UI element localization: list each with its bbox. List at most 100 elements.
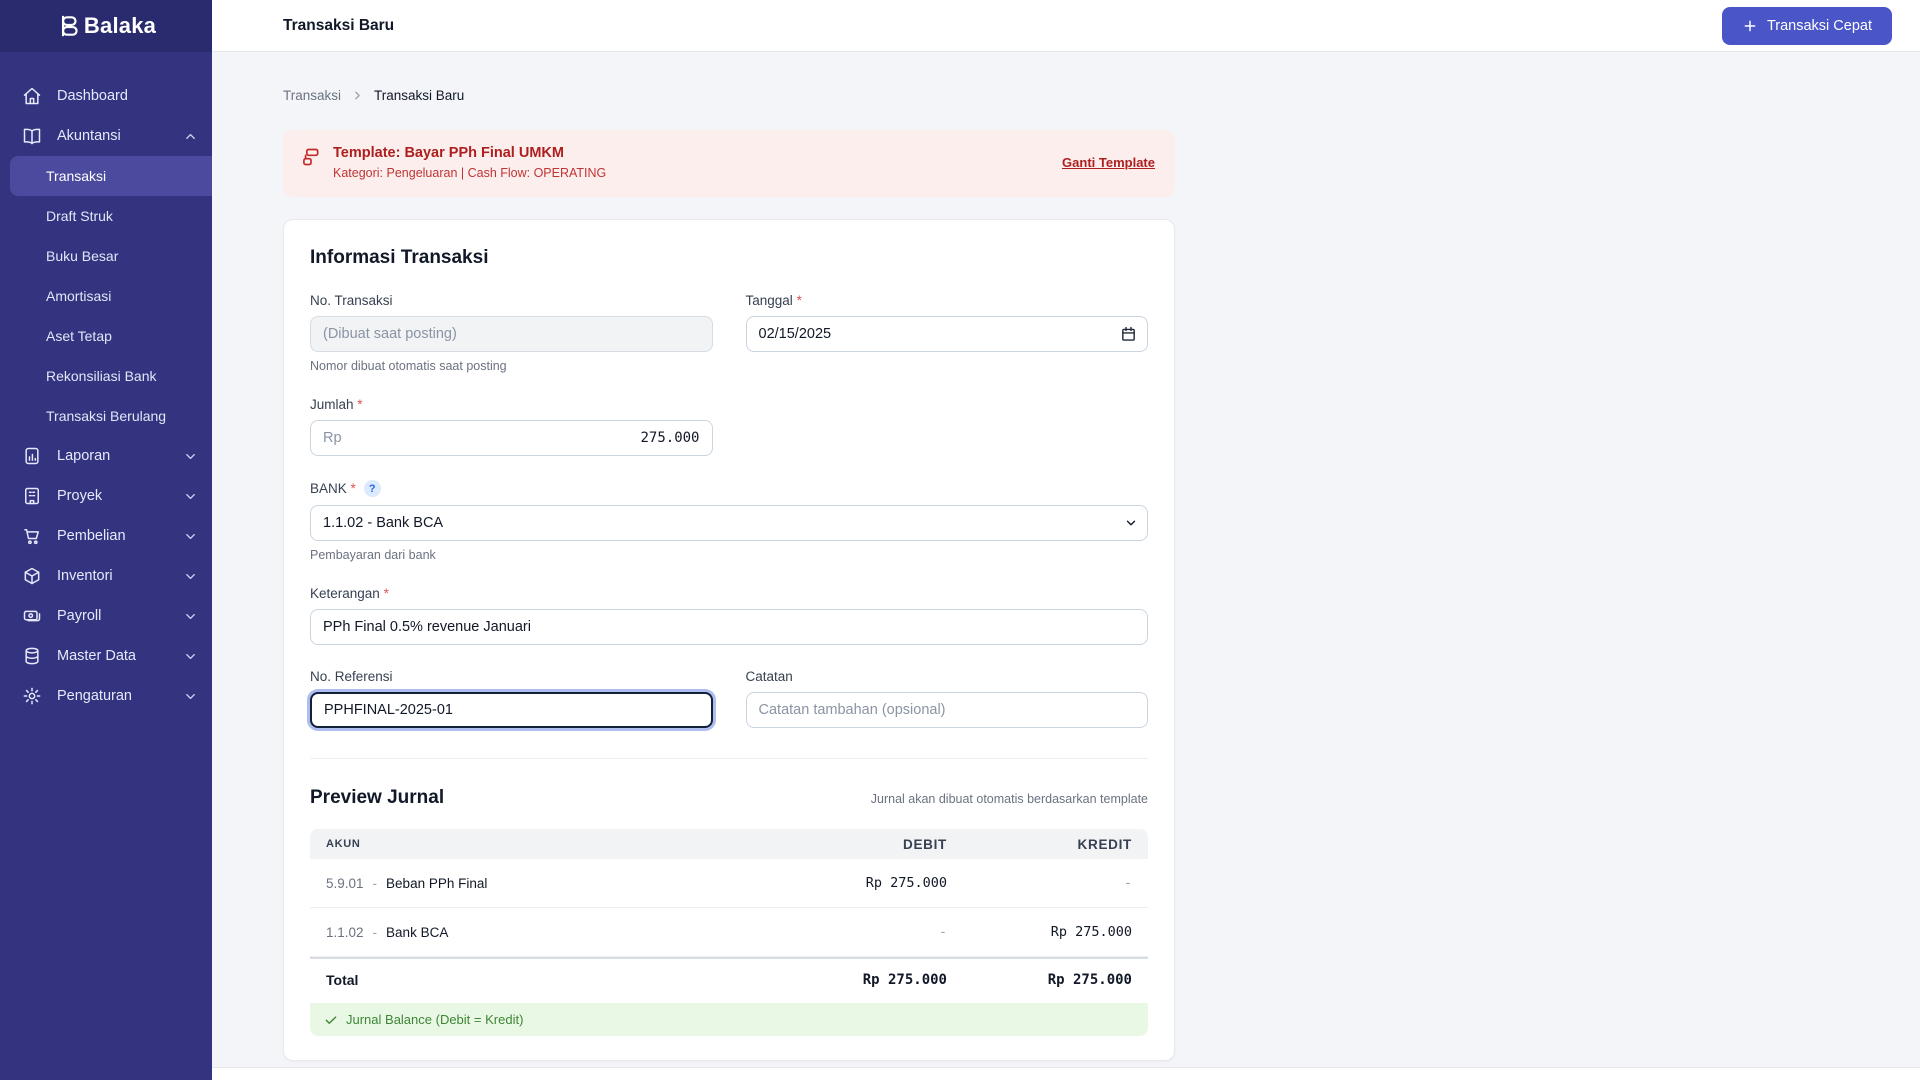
- sidebar-nav: Dashboard Akuntansi Transaksi Draft Stru…: [0, 52, 212, 1080]
- required-mark: *: [357, 397, 362, 412]
- tanggal-label: Tanggal *: [746, 293, 1149, 308]
- shopping-cart-icon: [22, 526, 42, 546]
- sidebar-item-label: Dashboard: [57, 88, 198, 104]
- template-banner-subtitle: Kategori: Pengeluaran | Cash Flow: OPERA…: [333, 166, 606, 180]
- preview-jurnal-section: Preview Jurnal Jurnal akan dibuat otomat…: [310, 758, 1148, 1036]
- keterangan-label-text: Keterangan: [310, 586, 380, 601]
- chevron-down-icon: [183, 649, 198, 664]
- debit-amount: -: [778, 924, 963, 940]
- template-icon: [301, 147, 321, 167]
- account-separator: -: [373, 876, 378, 891]
- gear-icon: [22, 686, 42, 706]
- app-root: Balaka Dashboard Akuntansi: [0, 0, 1920, 1080]
- sidebar: Balaka Dashboard Akuntansi: [0, 0, 212, 1080]
- sidebar-item-proyek[interactable]: Proyek: [0, 476, 212, 516]
- chevron-down-icon: [183, 529, 198, 544]
- required-mark: *: [384, 586, 389, 601]
- preview-note: Jurnal akan dibuat otomatis berdasarkan …: [871, 792, 1148, 806]
- sidebar-item-dashboard[interactable]: Dashboard: [0, 76, 212, 116]
- debit-amount: Rp 275.000: [778, 875, 963, 891]
- sidebar-item-transaksi-berulang[interactable]: Transaksi Berulang: [0, 396, 212, 436]
- sidebar-item-transaksi[interactable]: Transaksi: [10, 156, 212, 196]
- sidebar-subitem-label: Rekonsiliasi Bank: [46, 368, 157, 384]
- tanggal-field[interactable]: [746, 316, 1149, 352]
- sidebar-item-label: Inventori: [57, 568, 183, 584]
- sidebar-subitem-label: Transaksi: [46, 168, 106, 184]
- change-template-link[interactable]: Ganti Template: [1062, 155, 1155, 170]
- balance-message: Jurnal Balance (Debit = Kredit): [346, 1012, 523, 1027]
- total-label: Total: [310, 972, 778, 988]
- form-section-title: Informasi Transaksi: [310, 247, 1148, 269]
- sidebar-item-amortisasi[interactable]: Amortisasi: [0, 276, 212, 316]
- currency-prefix: Rp: [323, 430, 342, 446]
- template-banner: Template: Bayar PPh Final UMKM Kategori:…: [283, 130, 1175, 197]
- sidebar-item-buku-besar[interactable]: Buku Besar: [0, 236, 212, 276]
- no-transaksi-label: No. Transaksi: [310, 293, 713, 308]
- sidebar-item-rekonsiliasi-bank[interactable]: Rekonsiliasi Bank: [0, 356, 212, 396]
- breadcrumb: Transaksi Transaksi Baru: [283, 88, 1175, 103]
- col-header-kredit: KREDIT: [963, 837, 1148, 852]
- sidebar-subitem-label: Aset Tetap: [46, 328, 112, 344]
- sidebar-item-aset-tetap[interactable]: Aset Tetap: [0, 316, 212, 356]
- quick-transaction-button[interactable]: Transaksi Cepat: [1722, 7, 1892, 45]
- sidebar-item-pengaturan[interactable]: Pengaturan: [0, 676, 212, 716]
- banknotes-icon: [22, 606, 42, 626]
- keterangan-field[interactable]: [310, 609, 1148, 645]
- home-icon: [22, 86, 42, 106]
- sidebar-item-laporan[interactable]: Laporan: [0, 436, 212, 476]
- chevron-down-icon: [183, 689, 198, 704]
- sidebar-item-label: Laporan: [57, 448, 183, 464]
- journal-total-row: Total Rp 275.000 Rp 275.000: [310, 957, 1148, 1001]
- transaction-form: No. Transaksi Nomor dibuat otomatis saat…: [310, 293, 1148, 752]
- col-header-akun: AKUN: [310, 838, 778, 850]
- sidebar-item-label: Payroll: [57, 608, 183, 624]
- account-name: Beban PPh Final: [386, 876, 487, 891]
- col-header-debit: DEBIT: [778, 837, 963, 852]
- breadcrumb-parent[interactable]: Transaksi: [283, 88, 341, 103]
- database-icon: [22, 646, 42, 666]
- total-debit: Rp 275.000: [778, 972, 963, 988]
- no-referensi-label: No. Referensi: [310, 669, 713, 684]
- cube-icon: [22, 566, 42, 586]
- sidebar-subitem-label: Amortisasi: [46, 288, 111, 304]
- balance-status: Jurnal Balance (Debit = Kredit): [310, 1003, 1148, 1036]
- sidebar-item-master-data[interactable]: Master Data: [0, 636, 212, 676]
- account-code: 1.1.02: [326, 925, 364, 940]
- sidebar-item-label: Pembelian: [57, 528, 183, 544]
- catatan-field[interactable]: [746, 692, 1149, 728]
- template-banner-title: Template: Bayar PPh Final UMKM: [333, 145, 606, 161]
- bank-select[interactable]: 1.1.02 - Bank BCA: [310, 505, 1148, 541]
- top-header: Transaksi Baru Transaksi Cepat: [212, 0, 1920, 52]
- account-name: Bank BCA: [386, 925, 448, 940]
- sidebar-item-inventori[interactable]: Inventori: [0, 556, 212, 596]
- sidebar-logo[interactable]: Balaka: [0, 0, 212, 52]
- sidebar-subitem-label: Draft Struk: [46, 208, 113, 224]
- journal-table: AKUN DEBIT KREDIT 5.9.01 - Beban PPh Fin…: [310, 829, 1148, 1036]
- chevron-up-icon: [183, 129, 198, 144]
- journal-table-header: AKUN DEBIT KREDIT: [310, 829, 1148, 859]
- sidebar-item-draft-struk[interactable]: Draft Struk: [0, 196, 212, 236]
- chevron-down-icon: [183, 609, 198, 624]
- keterangan-label: Keterangan *: [310, 586, 1148, 601]
- chevron-down-icon: [183, 569, 198, 584]
- template-banner-texts: Template: Bayar PPh Final UMKM Kategori:…: [333, 145, 606, 180]
- catatan-label: Catatan: [746, 669, 1149, 684]
- sidebar-item-akuntansi[interactable]: Akuntansi: [0, 116, 212, 156]
- sidebar-item-payroll[interactable]: Payroll: [0, 596, 212, 636]
- total-kredit: Rp 275.000: [963, 972, 1148, 988]
- building-icon: [22, 486, 42, 506]
- jumlah-field[interactable]: [342, 430, 700, 446]
- bank-label-text: BANK: [310, 481, 347, 496]
- chevron-down-icon: [183, 449, 198, 464]
- sidebar-subitem-label: Buku Besar: [46, 248, 118, 264]
- bank-label: BANK *: [310, 481, 356, 496]
- required-mark: *: [351, 481, 356, 496]
- sidebar-item-pembelian[interactable]: Pembelian: [0, 516, 212, 556]
- sidebar-item-label: Pengaturan: [57, 688, 183, 704]
- breadcrumb-current: Transaksi Baru: [374, 88, 464, 103]
- page-title: Transaksi Baru: [283, 17, 394, 35]
- bank-help-icon[interactable]: ?: [364, 480, 381, 497]
- kredit-amount: Rp 275.000: [963, 924, 1148, 940]
- no-referensi-field[interactable]: [310, 692, 713, 728]
- account-code: 5.9.01: [326, 876, 364, 891]
